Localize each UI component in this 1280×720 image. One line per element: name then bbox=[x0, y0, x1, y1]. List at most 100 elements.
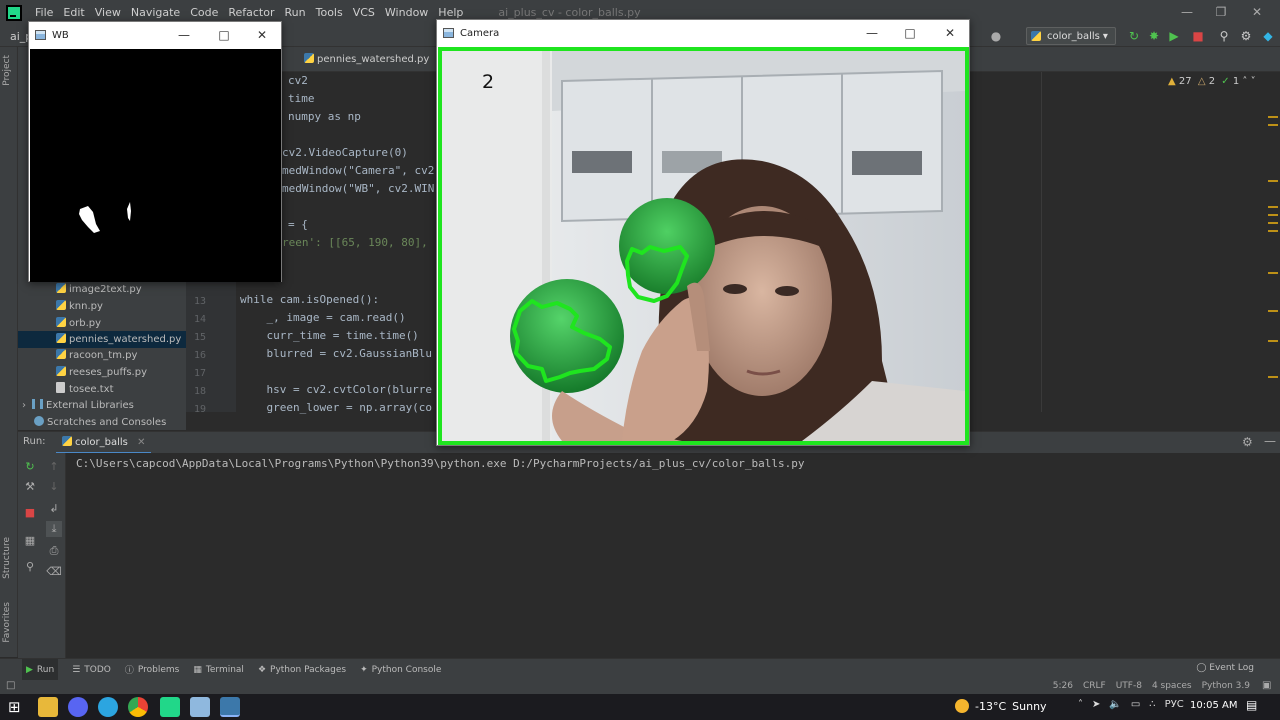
camera-window[interactable]: Camera — □ ✕ 2 bbox=[436, 19, 970, 446]
stripe-mark[interactable] bbox=[1268, 272, 1278, 274]
project-tool-tab[interactable]: Project bbox=[2, 55, 12, 86]
trash-icon[interactable]: ⌫ bbox=[46, 564, 62, 580]
tool-python-packages[interactable]: ❖ Python Packages bbox=[258, 665, 346, 675]
wb-window[interactable]: WB — □ ✕ bbox=[28, 21, 282, 282]
stripe-mark[interactable] bbox=[1268, 214, 1278, 216]
battery-icon[interactable]: ▭ bbox=[1131, 699, 1140, 710]
telegram-tray-icon[interactable]: ➤ bbox=[1092, 699, 1100, 710]
stop-icon[interactable]: ■ bbox=[22, 505, 38, 521]
tool-python-console[interactable]: ✦ Python Console bbox=[360, 665, 441, 675]
tree-file[interactable]: racoon_tm.py bbox=[18, 347, 186, 364]
rerun-icon[interactable]: ↻ bbox=[22, 459, 38, 475]
tool-run[interactable]: ▶ Run bbox=[22, 658, 59, 681]
stripe-mark[interactable] bbox=[1268, 310, 1278, 312]
maximize-icon[interactable]: □ bbox=[209, 22, 239, 48]
favorites-tool-tab[interactable]: Favorites bbox=[2, 602, 12, 643]
tree-file[interactable]: image2text.py bbox=[18, 281, 186, 298]
editor-error-stripe[interactable] bbox=[1268, 110, 1278, 390]
tool-problems[interactable]: ⓘ Problems bbox=[125, 663, 180, 677]
run-console[interactable]: C:\Users\capcod\AppData\Local\Programs\P… bbox=[66, 453, 1280, 658]
menu-window[interactable]: Window bbox=[380, 0, 433, 25]
weather-widget[interactable]: -13°C Sunny bbox=[955, 699, 1047, 713]
stripe-mark[interactable] bbox=[1268, 230, 1278, 232]
input-language[interactable]: РУС bbox=[1165, 699, 1184, 710]
stripe-mark[interactable] bbox=[1268, 124, 1278, 126]
run-tab-color-balls[interactable]: color_balls ✕ bbox=[56, 432, 152, 454]
tool-window-toggle-icon[interactable]: □ bbox=[6, 680, 15, 691]
close-tab-icon[interactable]: ✕ bbox=[137, 437, 145, 448]
tool-terminal[interactable]: ▦ Terminal bbox=[193, 665, 244, 675]
taskbar-clock[interactable]: 10:05 AM bbox=[1190, 700, 1237, 711]
inspection-widget[interactable]: ▲ 27 △ 2 ✓ 1 ˄ ˅ bbox=[1168, 76, 1256, 87]
run-config-selector[interactable]: color_balls ▾ bbox=[1026, 27, 1116, 45]
menu-tools[interactable]: Tools bbox=[311, 0, 348, 25]
tree-file[interactable]: reeses_puffs.py bbox=[18, 364, 186, 381]
telegram-icon[interactable] bbox=[98, 697, 118, 717]
hide-panel-icon[interactable]: — bbox=[1264, 434, 1276, 448]
tree-file[interactable]: tosee.txt bbox=[18, 381, 186, 398]
maximize-icon[interactable]: □ bbox=[895, 20, 925, 46]
tree-external-libraries[interactable]: › External Libraries bbox=[18, 397, 186, 414]
close-icon[interactable]: ✕ bbox=[247, 22, 277, 48]
chrome-icon[interactable] bbox=[128, 697, 148, 717]
minimize-icon[interactable]: — bbox=[857, 20, 887, 46]
lock-icon[interactable]: ▣ bbox=[1262, 680, 1271, 691]
pycharm-taskbar-icon[interactable] bbox=[160, 697, 180, 717]
search-icon[interactable]: ⚲ bbox=[1216, 28, 1232, 44]
layout-icon[interactable]: ▦ bbox=[22, 533, 38, 549]
user-icon[interactable]: ● bbox=[988, 28, 1004, 44]
tool-event-log[interactable]: ◯ Event Log bbox=[1196, 663, 1254, 673]
minimize-icon[interactable]: — bbox=[169, 22, 199, 48]
stripe-mark[interactable] bbox=[1268, 116, 1278, 118]
camera-window-titlebar[interactable]: Camera — □ ✕ bbox=[437, 20, 969, 46]
python-interpreter[interactable]: Python 3.9 bbox=[1202, 681, 1250, 691]
restore-icon[interactable]: ❐ bbox=[1204, 0, 1238, 25]
debug-icon[interactable]: ✸ bbox=[1146, 28, 1162, 44]
scroll-to-end-icon[interactable]: ⤓ bbox=[46, 521, 62, 537]
stripe-mark[interactable] bbox=[1268, 206, 1278, 208]
tree-scratches[interactable]: Scratches and Consoles bbox=[18, 414, 186, 431]
stripe-mark[interactable] bbox=[1268, 222, 1278, 224]
caret-position[interactable]: 5:26 bbox=[1053, 681, 1073, 691]
close-icon[interactable]: ✕ bbox=[1240, 0, 1274, 25]
wb-window-title: WB bbox=[52, 29, 69, 41]
gear-icon[interactable]: ⚙ bbox=[1242, 435, 1253, 449]
minimize-icon[interactable]: — bbox=[1170, 0, 1204, 25]
file-explorer-icon[interactable] bbox=[38, 697, 58, 717]
stripe-mark[interactable] bbox=[1268, 340, 1278, 342]
print-icon[interactable]: ⎙ bbox=[46, 543, 62, 559]
notification-icon[interactable]: ▤ bbox=[1246, 698, 1257, 712]
tree-file[interactable]: knn.py bbox=[18, 298, 186, 315]
python-taskbar-icon[interactable] bbox=[220, 697, 240, 717]
tree-file-selected[interactable]: pennies_watershed.py bbox=[18, 331, 186, 348]
notepad-icon[interactable] bbox=[190, 697, 210, 717]
close-icon[interactable]: ✕ bbox=[935, 20, 965, 46]
scroll-down-icon[interactable]: ↓ bbox=[46, 479, 62, 495]
stripe-mark[interactable] bbox=[1268, 376, 1278, 378]
stripe-mark[interactable] bbox=[1268, 180, 1278, 182]
menu-vcs[interactable]: VCS bbox=[348, 0, 380, 25]
gear-icon[interactable]: ⚙ bbox=[1238, 28, 1254, 44]
jetbrains-toolbox-icon[interactable]: ◆ bbox=[1260, 28, 1276, 44]
structure-tool-tab[interactable]: Structure bbox=[2, 537, 12, 579]
scroll-up-icon[interactable]: ↑ bbox=[46, 459, 62, 475]
volume-icon[interactable]: 🔈 bbox=[1109, 699, 1121, 710]
discord-icon[interactable] bbox=[68, 697, 88, 717]
menu-run[interactable]: Run bbox=[280, 0, 311, 25]
stop-icon[interactable]: ■ bbox=[1190, 28, 1206, 44]
wb-window-titlebar[interactable]: WB — □ ✕ bbox=[29, 22, 281, 48]
tool-todo[interactable]: ☰ TODO bbox=[72, 665, 111, 675]
pin-icon[interactable]: ⚲ bbox=[22, 559, 38, 575]
windows-start-icon[interactable]: ⊞ bbox=[8, 698, 21, 716]
wrench-icon[interactable]: ⚒ bbox=[22, 479, 38, 495]
rerun-icon[interactable]: ↻ bbox=[1126, 28, 1142, 44]
soft-wrap-icon[interactable]: ↲ bbox=[46, 501, 62, 517]
tab-pennies-watershed[interactable]: pennies_watershed.py bbox=[296, 47, 437, 72]
line-separator[interactable]: CRLF bbox=[1083, 681, 1106, 691]
tree-file[interactable]: orb.py bbox=[18, 315, 186, 332]
indent-setting[interactable]: 4 spaces bbox=[1152, 681, 1192, 691]
network-icon[interactable]: ∴ bbox=[1149, 699, 1155, 710]
chevron-up-icon[interactable]: ˄ bbox=[1078, 699, 1083, 710]
coverage-icon[interactable]: ▶ bbox=[1166, 28, 1182, 44]
file-encoding[interactable]: UTF-8 bbox=[1116, 681, 1142, 691]
